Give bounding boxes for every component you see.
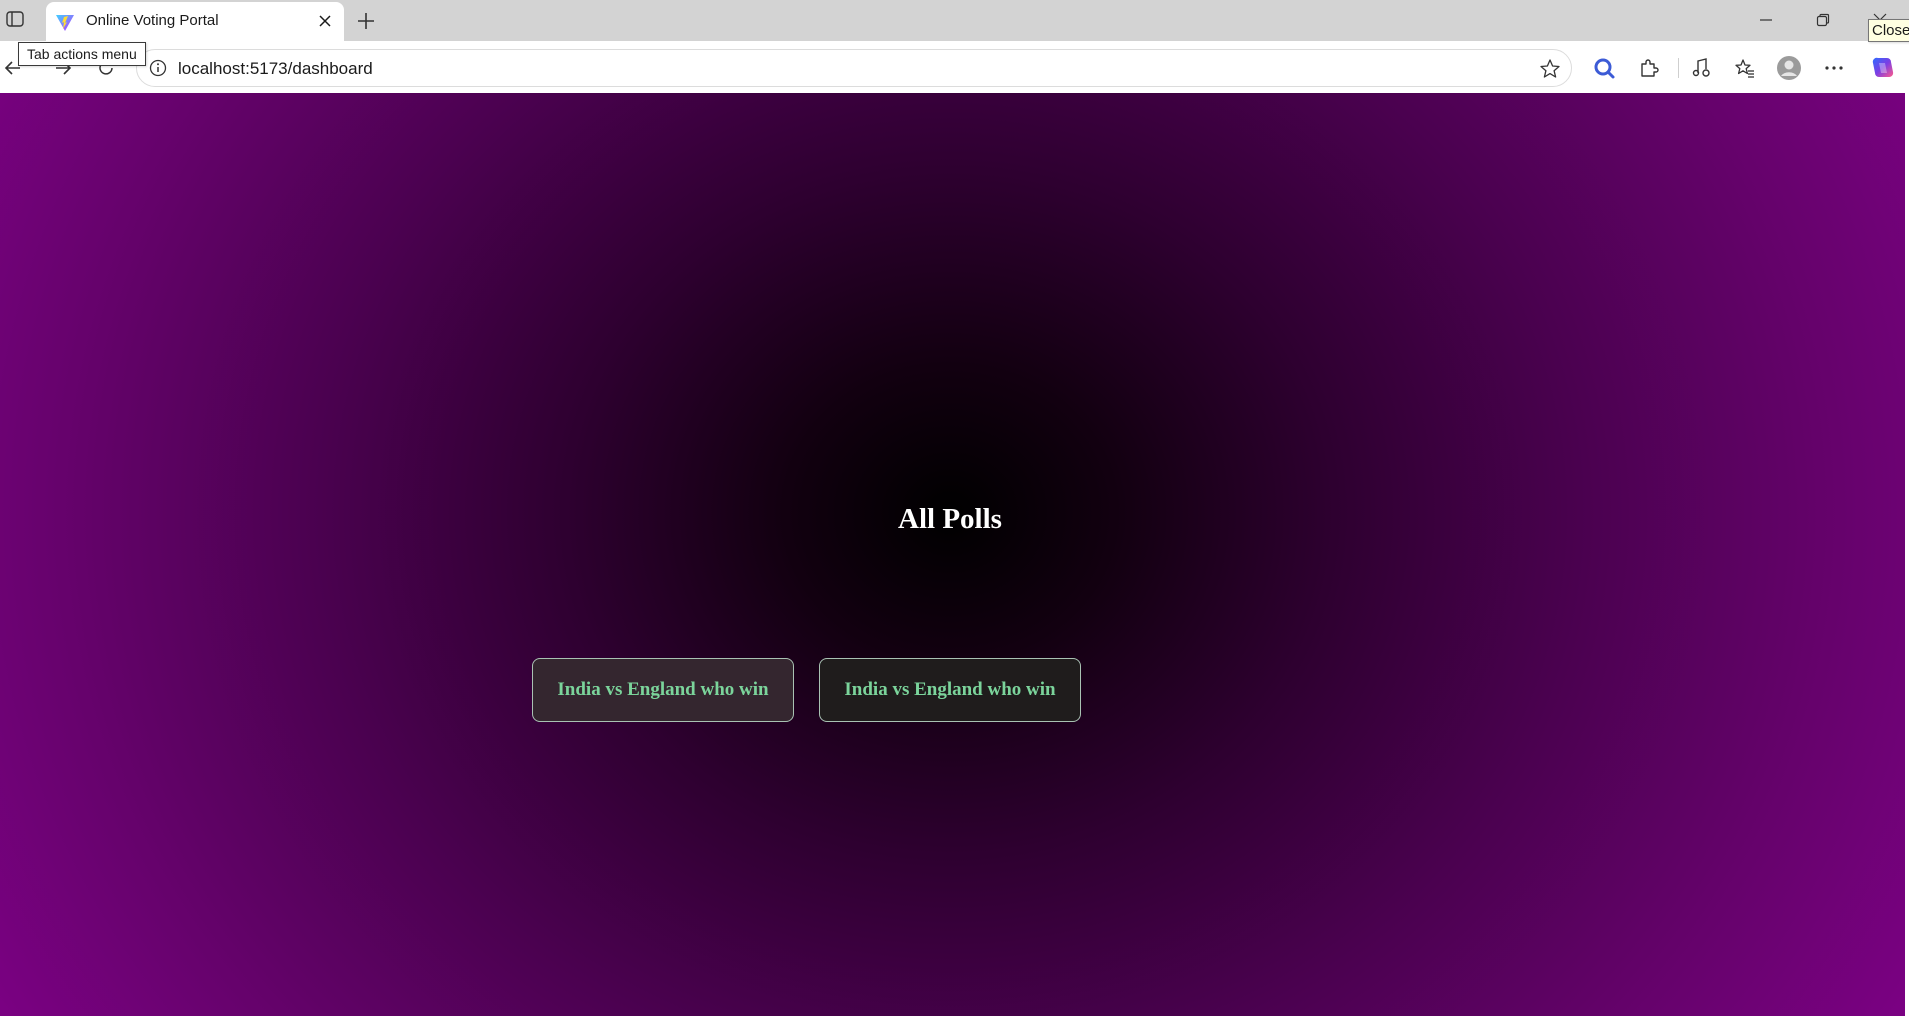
poll-list: India vs England who win India vs Englan… xyxy=(532,658,1081,722)
tab-actions-button[interactable] xyxy=(5,9,25,29)
star-icon xyxy=(1540,59,1560,78)
more-icon[interactable] xyxy=(1821,55,1847,81)
restore-button[interactable] xyxy=(1811,8,1835,32)
profile-icon[interactable] xyxy=(1776,55,1802,81)
tab-title: Online Voting Portal xyxy=(86,12,219,29)
browser-titlebar: Online Voting Portal xyxy=(0,0,1909,41)
tab-actions-icon xyxy=(6,11,24,27)
new-tab-button[interactable] xyxy=(354,9,378,33)
favorites-icon[interactable] xyxy=(1732,55,1758,81)
minimize-button[interactable] xyxy=(1754,8,1778,32)
copilot-icon[interactable] xyxy=(1870,55,1896,81)
vite-logo-icon xyxy=(55,12,75,32)
close-tooltip: Close xyxy=(1868,19,1909,42)
add-favorite-button[interactable] xyxy=(1539,58,1561,80)
tab-close-button[interactable] xyxy=(316,12,334,30)
tab-actions-tooltip: Tab actions menu xyxy=(18,42,146,66)
extensions-icon[interactable] xyxy=(1636,55,1662,81)
toolbar-divider xyxy=(1678,58,1679,78)
plus-icon xyxy=(358,13,374,29)
restore-icon xyxy=(1816,13,1830,27)
page-title: All Polls xyxy=(898,503,1002,535)
close-icon xyxy=(319,15,331,27)
minimize-icon xyxy=(1760,19,1772,21)
media-icon[interactable] xyxy=(1688,55,1714,81)
search-icon[interactable] xyxy=(1591,55,1617,81)
poll-card[interactable]: India vs England who win xyxy=(819,658,1081,722)
page-viewport: All Polls India vs England who win India… xyxy=(0,93,1905,1016)
site-info-icon[interactable] xyxy=(149,59,167,77)
url-text[interactable]: localhost:5173/dashboard xyxy=(178,59,373,79)
poll-card[interactable]: India vs England who win xyxy=(532,658,794,722)
address-bar[interactable]: localhost:5173/dashboard xyxy=(136,49,1572,87)
browser-tab-active[interactable]: Online Voting Portal xyxy=(46,2,344,41)
scrollbar-gutter xyxy=(1905,93,1909,1019)
browser-toolbar: localhost:5173/dashboard xyxy=(0,41,1909,93)
